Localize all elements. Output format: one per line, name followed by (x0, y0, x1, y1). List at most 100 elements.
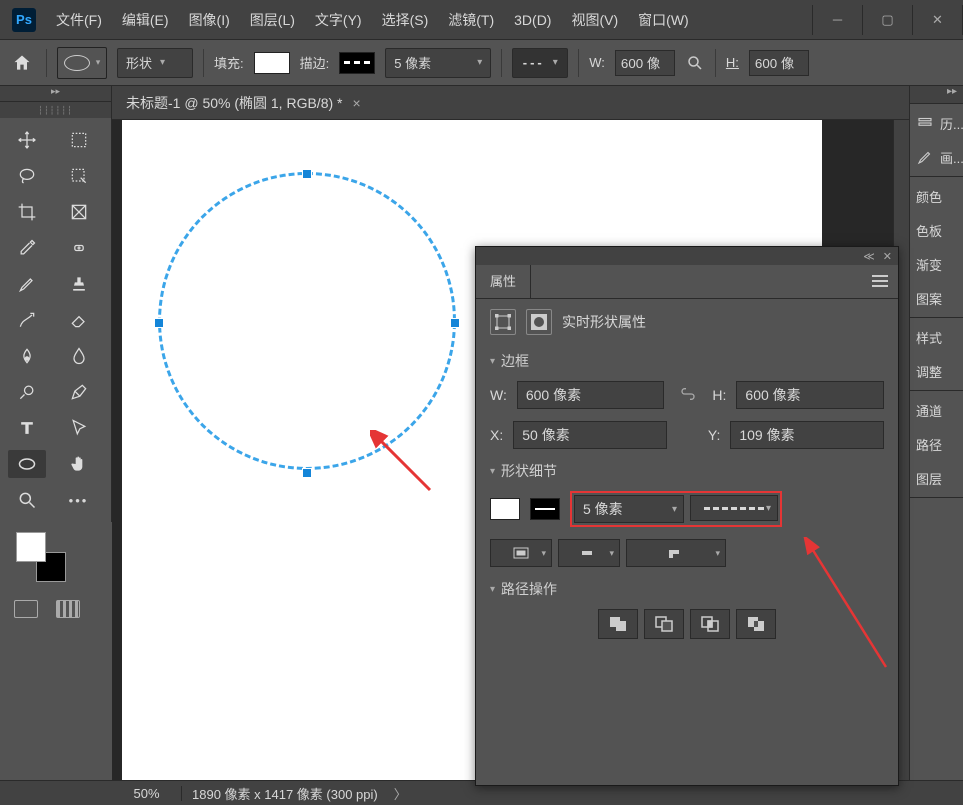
detail-fill-swatch[interactable] (490, 498, 520, 520)
menu-window[interactable]: 窗口(W) (628, 0, 699, 40)
menu-select[interactable]: 选择(S) (372, 0, 439, 40)
move-tool[interactable] (8, 126, 46, 154)
close-button[interactable]: ✕ (913, 5, 963, 35)
pathop-subtract[interactable] (644, 609, 684, 639)
stroke-caps-select[interactable]: ▾ (558, 539, 620, 567)
menu-view[interactable]: 视图(V) (561, 0, 628, 40)
stroke-align-select[interactable]: ▾ (490, 539, 552, 567)
stroke-width-select[interactable]: 5 像素▾ (385, 48, 491, 78)
zoom-readout[interactable]: 50% (112, 786, 182, 801)
panel-path[interactable]: 路径 (910, 427, 963, 461)
menu-edit[interactable]: 编辑(E) (112, 0, 179, 40)
marquee-tool[interactable] (60, 126, 98, 154)
close-icon[interactable]: ✕ (883, 250, 892, 263)
path-select-tool[interactable] (60, 414, 98, 442)
detail-stroke-swatch[interactable] (530, 498, 560, 520)
zoom-tool[interactable] (8, 486, 46, 514)
menu-layer[interactable]: 图层(L) (240, 0, 305, 40)
ellipse-tool[interactable] (8, 450, 46, 478)
dodge-tool[interactable] (8, 378, 46, 406)
stroke-corners-select[interactable]: ▾ (626, 539, 726, 567)
prop-w-input[interactable] (517, 381, 665, 409)
more-tools[interactable]: ••• (60, 486, 98, 514)
close-tab-icon[interactable]: × (352, 95, 360, 111)
border-section-title[interactable]: ▾边框 (490, 351, 884, 371)
shape-mode-select[interactable]: 形状▾ (117, 48, 193, 78)
blur-tool[interactable] (60, 342, 98, 370)
pathop-intersect[interactable] (690, 609, 730, 639)
stroke-style-select[interactable]: ---▾ (512, 48, 568, 78)
panel-gradient[interactable]: 渐变 (910, 247, 963, 281)
detail-stroke-width-select[interactable]: 5 像素▾ (574, 495, 684, 523)
fill-swatch[interactable] (254, 52, 290, 74)
menu-type[interactable]: 文字(Y) (305, 0, 372, 40)
height-input[interactable] (749, 50, 809, 76)
shape-detail-title[interactable]: ▾形状细节 (490, 461, 884, 481)
eraser-tool[interactable] (60, 306, 98, 334)
type-tool[interactable] (8, 414, 46, 442)
hand-tool[interactable] (60, 450, 98, 478)
panel-layer[interactable]: 图层 (910, 461, 963, 495)
panel-history[interactable]: 历... (910, 106, 963, 140)
properties-panel: ≪✕ 属性 实时形状属性 ▾边框 W: H: X: Y: (475, 246, 899, 786)
resize-handle-bottom[interactable] (302, 468, 312, 478)
maximize-button[interactable]: ▢ (863, 5, 913, 35)
properties-tab-title[interactable]: 属性 (476, 265, 531, 299)
panel-menu-icon[interactable] (872, 275, 888, 290)
gradient-tool[interactable] (8, 342, 46, 370)
pen-tool[interactable] (60, 378, 98, 406)
prop-x-input[interactable] (513, 421, 667, 449)
screen-mode-icon[interactable] (56, 600, 80, 618)
menu-filter[interactable]: 滤镜(T) (438, 0, 504, 40)
document-tab[interactable]: 未标题-1 @ 50% (椭圆 1, RGB/8) * × (112, 86, 909, 120)
document-info[interactable]: 1890 像素 x 1417 像素 (300 ppi) (182, 784, 388, 803)
pathop-exclude[interactable] (736, 609, 776, 639)
healing-tool[interactable] (60, 234, 98, 262)
status-chevron-icon[interactable]: 〉 (388, 784, 413, 803)
width-input[interactable] (615, 50, 675, 76)
menu-3d[interactable]: 3D(D) (504, 0, 561, 40)
panels-collapse[interactable]: ▸▸ (910, 86, 963, 104)
panel-channel[interactable]: 通道 (910, 393, 963, 427)
panel-swatches[interactable]: 色板 (910, 213, 963, 247)
stroke-swatch[interactable] (339, 52, 375, 74)
color-swatches (0, 522, 112, 592)
home-icon[interactable] (8, 49, 36, 77)
prop-h-input[interactable] (736, 381, 884, 409)
menu-image[interactable]: 图像(I) (179, 0, 240, 40)
foreground-color-swatch[interactable] (16, 532, 46, 562)
prop-y-label: Y: (708, 427, 720, 443)
properties-panel-top[interactable]: ≪✕ (476, 247, 898, 265)
divider (203, 49, 204, 77)
resize-handle-top[interactable] (302, 169, 312, 179)
panel-pattern[interactable]: 图案 (910, 281, 963, 315)
panel-color[interactable]: 颜色 (910, 179, 963, 213)
quick-select-tool[interactable] (60, 162, 98, 190)
quick-mask-icon[interactable] (14, 600, 38, 618)
tools-collapse[interactable]: ▸▸ (0, 86, 112, 102)
search-icon[interactable] (685, 54, 705, 72)
document-tab-title: 未标题-1 @ 50% (椭圆 1, RGB/8) * (126, 93, 342, 113)
panel-brush[interactable]: 画... (910, 140, 963, 174)
menu-file[interactable]: 文件(F) (46, 0, 112, 40)
stamp-tool[interactable] (60, 270, 98, 298)
ellipse-shape-on-canvas[interactable] (158, 172, 456, 470)
prop-y-input[interactable] (730, 421, 884, 449)
tools-drag-handle[interactable]: ┆┆┆┆┆┆ (0, 102, 112, 118)
shape-tool-indicator[interactable]: ▾ (57, 47, 107, 79)
detail-stroke-style-select[interactable]: ▾ (690, 495, 778, 521)
pathop-combine[interactable] (598, 609, 638, 639)
collapse-icon[interactable]: ≪ (863, 250, 875, 263)
panel-style[interactable]: 样式 (910, 320, 963, 354)
resize-handle-left[interactable] (154, 318, 164, 328)
crop-tool[interactable] (8, 198, 46, 226)
panel-adjust[interactable]: 调整 (910, 354, 963, 388)
link-wh-icon[interactable] (674, 386, 702, 405)
frame-tool[interactable] (60, 198, 98, 226)
eyedropper-tool[interactable] (8, 234, 46, 262)
lasso-tool[interactable] (8, 162, 46, 190)
minimize-button[interactable]: ─ (813, 5, 863, 35)
resize-handle-right[interactable] (450, 318, 460, 328)
brush-tool[interactable] (8, 270, 46, 298)
history-brush-tool[interactable] (8, 306, 46, 334)
